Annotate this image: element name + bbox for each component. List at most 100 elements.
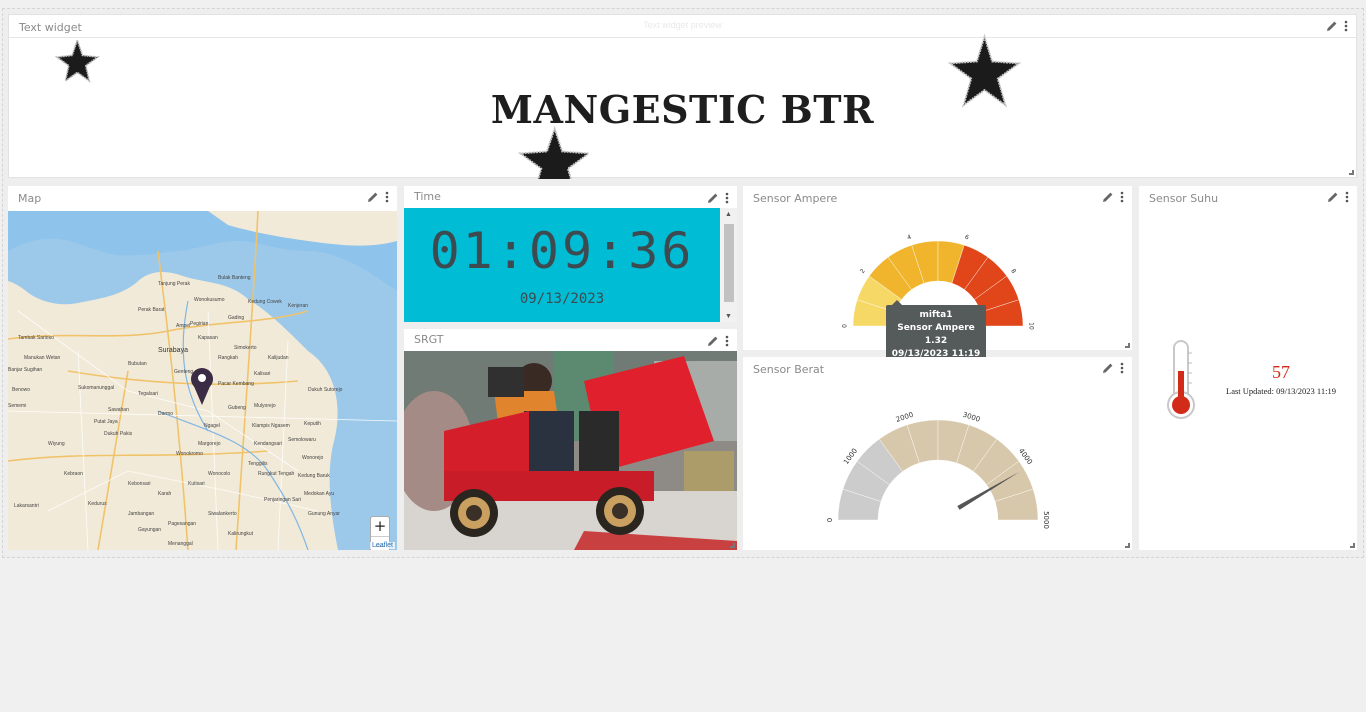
map-label: Banjar Sugihan (8, 367, 43, 373)
map-label: Kendangsari (254, 441, 283, 447)
gauge-tick-label: 4 (906, 234, 912, 242)
thermometer-icon (1167, 340, 1195, 419)
map-label: Wonokromo (176, 451, 203, 457)
map-label: Penjaringan Sari (264, 497, 301, 503)
map-label: Surabaya (158, 347, 188, 354)
berat-gauge: 010002000 300040005000 (826, 411, 1050, 529)
map-label: Sukomanunggal (78, 385, 115, 391)
gauge-tick-label: 2000 (895, 411, 914, 424)
gauge-tick-label: 8 (1009, 268, 1017, 275)
map-label: Margorejo (198, 441, 221, 447)
resize-handle[interactable] (1125, 343, 1130, 348)
digital-clock: 01:09:36 09/13/2023 (404, 208, 720, 322)
map-label: Kutisari (188, 481, 205, 487)
map-label: Klampis Ngasem (252, 423, 290, 429)
map-label: Gayungan (138, 527, 162, 533)
map-label: Tanjung Perak (158, 281, 190, 287)
map-label: Kalijudan (268, 355, 289, 361)
banner-heading: MANGESTIC BTR (490, 87, 875, 132)
temperature-value: 57 (1272, 362, 1290, 382)
map-label: Genteng (174, 369, 194, 375)
sensor-suhu-widget: Sensor Suhu 57 Last Updated: 09/13/2023 … (1139, 186, 1357, 550)
map-label: Gunung Anyar (308, 511, 340, 517)
map-label: Wonorejo (302, 455, 324, 461)
scroll-up-icon[interactable]: ▲ (725, 211, 732, 218)
map-attribution-link[interactable]: Leaflet (369, 542, 395, 549)
map-label: Tambak Sarioso (18, 335, 54, 341)
resize-handle[interactable] (1349, 170, 1354, 175)
map-label: Medokan Ayu (304, 491, 335, 497)
map-label: Ngagel (204, 423, 220, 429)
map-label: Pegirian (190, 321, 209, 327)
map-label: Kedung Baruk (298, 473, 330, 479)
map-label: Tegalsari (138, 391, 159, 397)
map-label: Kedurus (88, 501, 107, 507)
map-label: Gubeng (228, 405, 246, 411)
map-label: Mulyorejo (254, 403, 276, 409)
vertical-scrollbar[interactable]: ▲ ▼ (720, 208, 737, 322)
ghost-hint: Text widget preview (643, 20, 722, 30)
map-label: Menanggal (168, 541, 193, 547)
map-label: Darmo (158, 411, 174, 417)
more-options-icon[interactable] (725, 192, 729, 204)
more-options-icon[interactable] (1344, 20, 1348, 32)
resize-handle[interactable] (1350, 543, 1355, 548)
map-label: Tenggilis (248, 461, 268, 467)
map-label: Siwalankerto (208, 511, 237, 517)
map-label: Rangkah (218, 355, 239, 361)
clock-time: 01:09:36 (429, 222, 695, 280)
map-label: Benowo (12, 387, 31, 393)
gauge-tick-label: 6 (964, 234, 970, 242)
edit-icon[interactable] (1326, 20, 1338, 32)
map-tiles (8, 211, 397, 550)
more-options-icon[interactable] (725, 335, 729, 347)
resize-handle[interactable] (730, 543, 735, 548)
edit-icon[interactable] (707, 335, 719, 347)
map-label: Wonocolo (208, 471, 231, 477)
map-label: Bubutan (128, 361, 147, 367)
map-label: Lakarsantri (14, 503, 39, 509)
map-label: Ampel (176, 323, 191, 329)
map-label: Semolowaru (288, 437, 316, 443)
sensor-berat-widget: Sensor Berat 0 1000 2000 3000 4000 5000 (743, 357, 1132, 550)
sensor-ampere-widget: Sensor Ampere 0 2 4 6 8 10 mifta1 Sensor Ampe… (743, 186, 1132, 364)
scroll-down-icon[interactable]: ▼ (725, 313, 732, 320)
map-label: Sememi (8, 403, 27, 409)
map-canvas[interactable]: Surabaya Bulak Banteng Wonokusumo Kedung… (8, 211, 397, 550)
last-updated-text: Last Updated: 09/13/2023 11:19 (1226, 386, 1336, 396)
map-label: Rungkut Tengah (258, 471, 295, 477)
more-options-icon[interactable] (385, 191, 389, 203)
map-label: Simokerto (234, 345, 257, 351)
map-label: Kebraon (64, 471, 83, 477)
zoom-in-button[interactable]: + (371, 517, 389, 536)
map-label: Kalisari (254, 371, 271, 377)
srgt-widget: SRGT (404, 329, 737, 550)
map-label: Manukan Wetan (24, 355, 61, 361)
gauge-tick-label: 10 (1028, 322, 1035, 330)
robot-car-photo (404, 351, 737, 550)
resize-handle[interactable] (1125, 543, 1130, 548)
more-options-icon[interactable] (1345, 191, 1349, 203)
map-widget: Map Surabaya Bulak Banteng Wonokusumo Ke… (8, 186, 397, 550)
gauge-tick-label: 0 (842, 324, 849, 328)
edit-icon[interactable] (707, 192, 719, 204)
title-divider (9, 37, 1356, 38)
gauge-tick-label: 2 (859, 268, 867, 275)
map-label: Bulak Banteng (218, 275, 251, 281)
widget-title: Sensor Suhu (1149, 192, 1219, 205)
gauge-tooltip: mifta1 Sensor Ampere 1.32 09/13/2023 11:… (886, 300, 986, 364)
edit-icon[interactable] (367, 191, 379, 203)
gauge-tick-label: 3000 (962, 411, 981, 424)
map-label: Kedung Cowek (248, 299, 282, 305)
map-label: Gading (228, 315, 245, 321)
widget-title: SRGT (414, 333, 444, 346)
scrollbar-thumb[interactable] (724, 224, 734, 302)
map-label: Wiyung (48, 441, 65, 447)
clock-date: 09/13/2023 (519, 291, 605, 307)
map-label: Kenjeran (288, 303, 309, 309)
gauge-tick-label: 5000 (1042, 511, 1050, 529)
tooltip-value: Sensor Ampere 1.32 (897, 323, 975, 346)
edit-icon[interactable] (1327, 191, 1339, 203)
map-label: Sawahan (108, 407, 129, 413)
map-label: Dukuh Sutorejo (308, 387, 343, 393)
